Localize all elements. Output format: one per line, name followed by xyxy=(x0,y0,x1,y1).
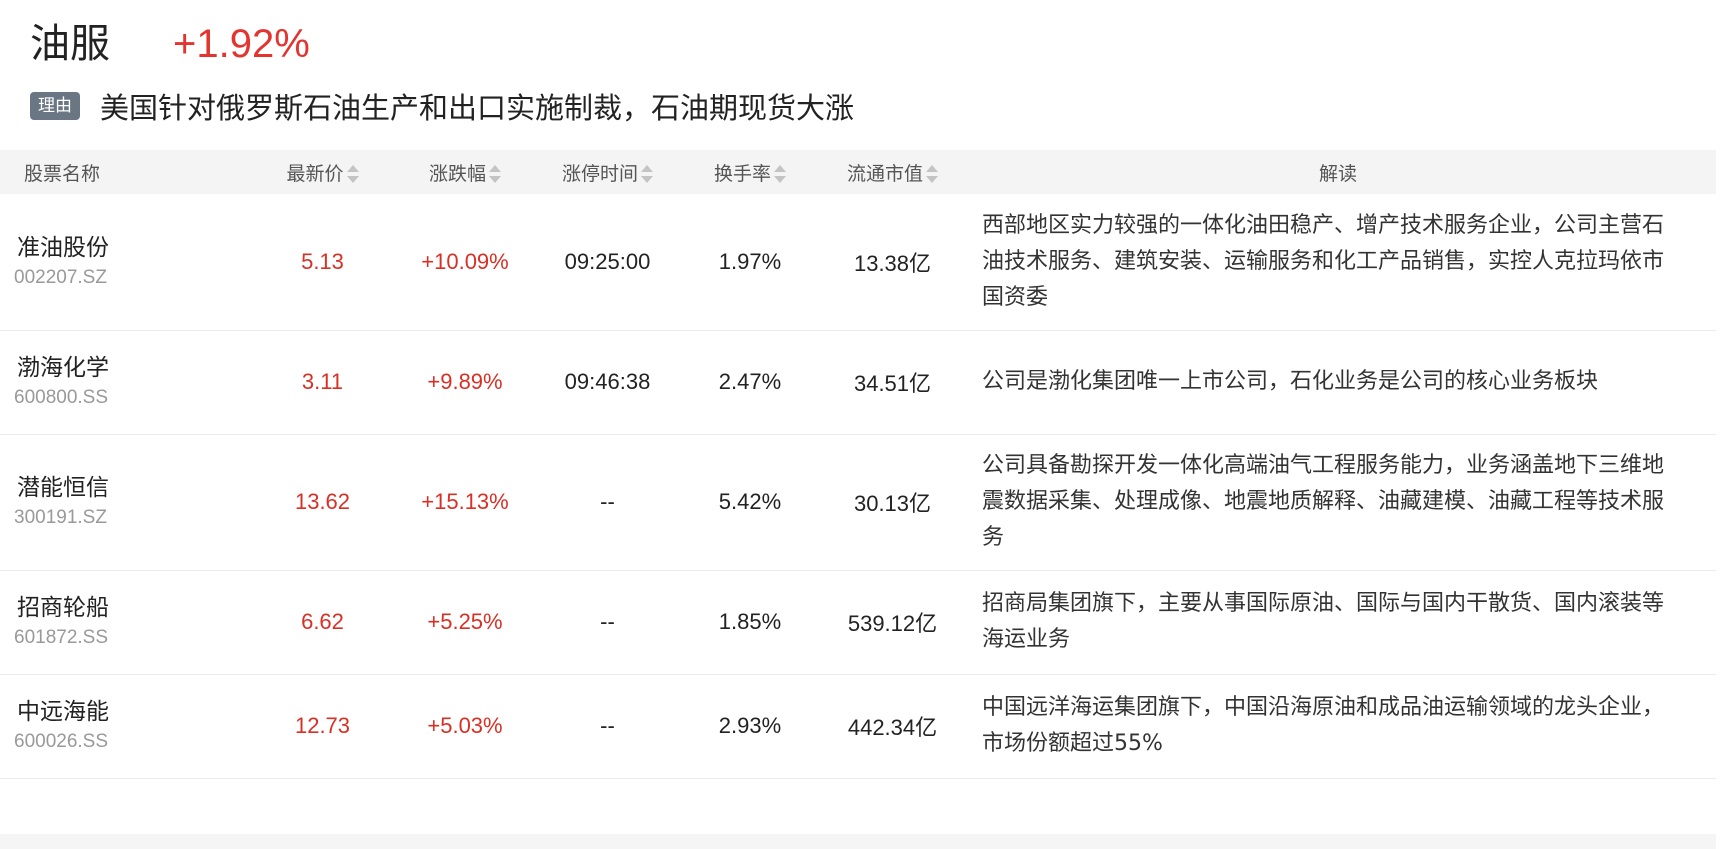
stock-name-cell[interactable]: 招商轮船 601872.SS xyxy=(0,570,255,674)
header-market-cap[interactable]: 流通市值 xyxy=(825,150,960,194)
market-cap-cell: 34.51亿 xyxy=(853,371,932,396)
sector-header: 油服 +1.92% 理由 美国针对俄罗斯石油生产和出口实施制裁，石油期现货大涨 xyxy=(0,0,1722,150)
table-row[interactable]: 渤海化学 600800.SS 3.11 +9.89% 09:46:38 2.47… xyxy=(0,330,1716,434)
stock-code: 002207.SZ xyxy=(14,266,107,288)
stock-name-cell[interactable]: 潜能恒信 300191.SZ xyxy=(0,434,255,570)
table-row[interactable]: 准油股份 002207.SZ 5.13 +10.09% 09:25:00 1.9… xyxy=(0,194,1716,330)
sort-icon[interactable] xyxy=(926,164,938,184)
desc-cell: 公司具备勘探开发一体化高端油气工程服务能力，业务涵盖地下三维地震数据采集、处理成… xyxy=(982,453,1665,550)
price-cell: 6.62 xyxy=(301,609,344,634)
price-cell: 5.13 xyxy=(301,248,344,274)
header-limit-time-label: 涨停时间 xyxy=(561,162,638,185)
turnover-cell: 2.47% xyxy=(718,369,782,394)
reason-tag: 理由 xyxy=(30,92,80,120)
desc-cell: 招商局集团旗下，主要从事国际原油、国际与国内干散货、国内滚装等海运业务 xyxy=(982,591,1665,652)
limit-time-cell: -- xyxy=(600,713,615,738)
header-change[interactable]: 涨跌幅 xyxy=(390,150,540,194)
header-turnover-label: 换手率 xyxy=(713,162,771,185)
stock-code: 601872.SS xyxy=(14,627,109,648)
market-cap-cell: 30.13亿 xyxy=(853,491,932,516)
header-price[interactable]: 最新价 xyxy=(255,150,390,194)
reason-row: 理由 美国针对俄罗斯石油生产和出口实施制裁，石油期现货大涨 xyxy=(30,86,854,126)
reason-text: 美国针对俄罗斯石油生产和出口实施制裁，石油期现货大涨 xyxy=(100,91,855,125)
stock-name[interactable]: 潜能恒信 xyxy=(0,472,255,504)
price-cell: 13.62 xyxy=(294,489,351,514)
price-cell: 3.11 xyxy=(301,369,344,394)
right-edge xyxy=(1716,0,1722,849)
change-cell: +15.13% xyxy=(421,489,509,514)
market-cap-cell: 442.34亿 xyxy=(847,715,938,740)
header-price-label: 最新价 xyxy=(286,162,344,185)
stock-name[interactable]: 招商轮船 xyxy=(0,592,255,624)
change-cell: +10.09% xyxy=(421,248,509,274)
market-cap-cell: 539.12亿 xyxy=(847,611,938,636)
change-cell: +5.25% xyxy=(427,609,503,634)
stock-name[interactable]: 中远海能 xyxy=(0,696,255,728)
limit-time-cell: 09:46:38 xyxy=(564,369,651,394)
header-turnover[interactable]: 换手率 xyxy=(675,150,825,194)
turnover-cell: 1.97% xyxy=(718,248,782,274)
stock-code: 600026.SS xyxy=(14,731,109,752)
stock-name-cell[interactable]: 渤海化学 600800.SS xyxy=(0,330,255,434)
sector-name: 油服 xyxy=(30,21,110,67)
header-stock-name: 股票名称 xyxy=(24,162,101,185)
turnover-cell: 2.93% xyxy=(718,713,782,738)
header-market-cap-label: 流通市值 xyxy=(846,162,923,185)
sort-icon[interactable] xyxy=(489,164,501,184)
sort-icon[interactable] xyxy=(346,164,359,184)
stock-name[interactable]: 准油股份 xyxy=(0,232,255,264)
stock-name[interactable]: 渤海化学 xyxy=(0,352,255,384)
market-cap-cell: 13.38亿 xyxy=(853,250,932,276)
table-row[interactable]: 中远海能 600026.SS 12.73 +5.03% -- 2.93% 442… xyxy=(0,674,1716,778)
price-cell: 12.73 xyxy=(294,713,351,738)
table-row[interactable]: 招商轮船 601872.SS 6.62 +5.25% -- 1.85% 539.… xyxy=(0,570,1716,674)
limit-time-cell: 09:25:00 xyxy=(564,248,651,274)
limit-time-cell: -- xyxy=(600,609,615,634)
sort-icon[interactable] xyxy=(774,164,786,184)
turnover-cell: 5.42% xyxy=(718,489,782,514)
header-change-label: 涨跌幅 xyxy=(428,162,486,185)
table-row[interactable]: 潜能恒信 300191.SZ 13.62 +15.13% -- 5.42% 30… xyxy=(0,434,1716,570)
sector-change: +1.92% xyxy=(173,22,310,66)
desc-cell: 中国远洋海运集团旗下，中国沿海原油和成品油运输领域的龙头企业，市场份额超过55% xyxy=(982,695,1665,756)
page: 油服 +1.92% 理由 美国针对俄罗斯石油生产和出口实施制裁，石油期现货大涨 … xyxy=(0,0,1722,849)
change-cell: +5.03% xyxy=(427,713,503,738)
stock-code: 600800.SS xyxy=(14,387,109,408)
table-header-row: 股票名称 最新价 涨跌幅 涨停时间 换手率 流通市值 解读 xyxy=(0,150,1716,194)
turnover-cell: 1.85% xyxy=(718,609,782,634)
header-desc: 解读 xyxy=(1318,162,1357,185)
change-cell: +9.89% xyxy=(427,369,503,394)
desc-cell: 西部地区实力较强的一体化油田稳产、增产技术服务企业，公司主营石油技术服务、建筑安… xyxy=(982,212,1665,310)
sort-icon[interactable] xyxy=(641,164,653,184)
desc-cell: 公司是渤化集团唯一上市公司，石化业务是公司的核心业务板块 xyxy=(982,369,1599,394)
limit-time-cell: -- xyxy=(600,489,615,514)
stock-name-cell[interactable]: 中远海能 600026.SS xyxy=(0,674,255,778)
stock-name-cell[interactable]: 准油股份 002207.SZ xyxy=(0,194,255,330)
stock-code: 300191.SZ xyxy=(14,507,107,528)
header-limit-time[interactable]: 涨停时间 xyxy=(540,150,675,194)
bottom-band xyxy=(0,834,1716,849)
stock-table: 股票名称 最新价 涨跌幅 涨停时间 换手率 流通市值 解读 准油股份 00220… xyxy=(0,150,1716,779)
